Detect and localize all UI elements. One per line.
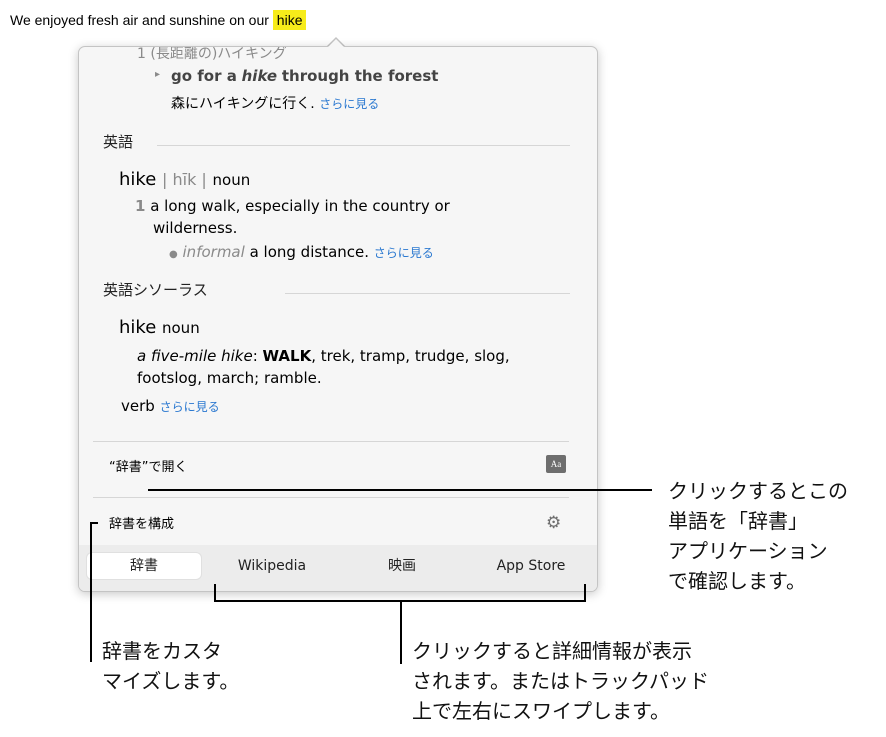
divider	[93, 497, 569, 498]
tab-dictionary[interactable]: 辞書	[87, 553, 201, 579]
triangle-bullet-icon: ▸	[155, 69, 161, 80]
thesaurus-headword: hike noun	[119, 317, 200, 338]
more-link[interactable]: さらに見る	[160, 400, 220, 414]
divider	[93, 441, 569, 442]
section-title-thesaurus: 英語シソーラス	[103, 281, 208, 299]
section-title-english: 英語	[103, 133, 134, 151]
jp-sense-header: 1 (長距離の)ハイキング	[137, 46, 287, 62]
gear-icon[interactable]: ⚙	[546, 513, 561, 533]
highlighted-word[interactable]: hike	[272, 10, 307, 30]
configure-dictionaries-link[interactable]: 辞書を構成	[109, 513, 174, 532]
source-sentence: We enjoyed fresh air and sunshine on our…	[10, 9, 307, 31]
tab-app-store[interactable]: App Store	[471, 553, 591, 579]
callout-open-dictionary: クリックするとこの 単語を「辞書」 アプリケーション で確認します。	[668, 479, 848, 593]
dictionary-app-icon[interactable]: Aa	[546, 455, 566, 473]
english-definition-cont: wilderness.	[153, 219, 238, 237]
callout-tabs: クリックすると詳細情報が表示 されます。またはトラックパッド 上で左右にスワイプ…	[412, 639, 709, 723]
english-definition: 1 a long walk, especially in the country…	[135, 197, 450, 215]
more-link[interactable]: さらに見る	[374, 246, 434, 260]
source-tab-bar: 辞書 Wikipedia 映画 App Store	[79, 545, 597, 591]
callout-line-configure	[90, 522, 92, 662]
thesaurus-verb: verb さらに見る	[121, 397, 220, 415]
english-subsense: ● informal a long distance. さらに見る	[169, 243, 434, 261]
callout-line-open	[148, 489, 652, 491]
callout-customize: 辞書をカスタ マイズします。	[102, 639, 240, 693]
tab-movies[interactable]: 映画	[345, 553, 459, 579]
tab-wikipedia[interactable]: Wikipedia	[215, 553, 329, 579]
jp-example-en: go for a hike through the forest	[171, 67, 439, 85]
callout-line-tabs	[400, 600, 402, 664]
more-link[interactable]: さらに見る	[319, 97, 379, 111]
english-headword: hike | hīk | noun	[119, 169, 251, 190]
lookup-popover: 1 (長距離の)ハイキング ▸ go for a hike through th…	[78, 46, 598, 592]
jp-example-ja: 森にハイキングに行く. さらに見る	[171, 96, 380, 112]
thesaurus-example: a five-mile hike: WALK, trek, tramp, tru…	[137, 347, 510, 365]
section-divider	[157, 145, 570, 146]
open-in-dictionary-link[interactable]: “辞書”で開く	[109, 456, 187, 475]
sentence-text: We enjoyed fresh air and sunshine on our	[10, 12, 269, 28]
thesaurus-example-cont: footslog, march; ramble.	[137, 369, 322, 387]
section-divider	[285, 293, 570, 294]
